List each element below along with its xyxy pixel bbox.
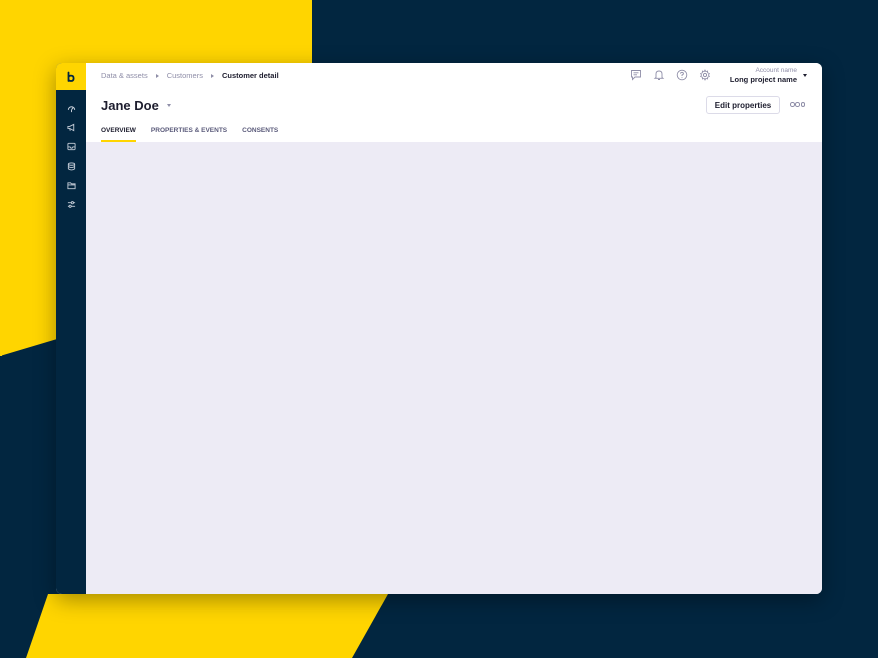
- gear-icon[interactable]: [699, 69, 711, 81]
- edit-properties-button[interactable]: Edit properties: [706, 96, 780, 114]
- project-name: Long project name: [729, 75, 797, 84]
- inbox-icon[interactable]: [66, 141, 76, 151]
- tabs: OVERVIEW PROPERTIES & EVENTS CONSENTS: [101, 127, 293, 142]
- content-area: [86, 142, 822, 594]
- tab-overview[interactable]: OVERVIEW: [101, 127, 136, 142]
- tab-properties-events[interactable]: PROPERTIES & EVENTS: [151, 127, 227, 142]
- bell-icon[interactable]: [653, 69, 665, 81]
- account-name: Account name: [755, 67, 797, 74]
- campaign-megaphone-icon[interactable]: [66, 122, 76, 132]
- database-icon[interactable]: [66, 161, 76, 171]
- top-icons: [630, 69, 722, 81]
- breadcrumb-data-assets[interactable]: Data & assets: [101, 71, 148, 80]
- breadcrumb-separator-icon: [210, 73, 214, 78]
- breadcrumb-customers[interactable]: Customers: [167, 71, 203, 80]
- dashboard-gauge-icon[interactable]: [66, 103, 76, 113]
- sidebar: [56, 63, 86, 594]
- top-bar: Data & assets Customers Customer detail …: [86, 63, 822, 89]
- tab-consents[interactable]: CONSENTS: [242, 127, 278, 142]
- chat-icon[interactable]: [630, 69, 642, 81]
- settings-sliders-icon[interactable]: [66, 199, 76, 209]
- app-window: Data & assets Customers Customer detail …: [56, 63, 822, 594]
- chevron-down-icon[interactable]: [166, 104, 171, 107]
- folder-icon[interactable]: [66, 180, 76, 190]
- bloomreach-logo-icon[interactable]: [56, 63, 86, 90]
- chevron-down-icon[interactable]: [803, 74, 807, 77]
- account-switcher[interactable]: Account name Long project name: [730, 67, 797, 85]
- more-options-icon[interactable]: [790, 102, 806, 107]
- breadcrumb: Data & assets Customers Customer detail: [101, 71, 279, 80]
- breadcrumb-separator-icon: [155, 73, 159, 78]
- main-area: Data & assets Customers Customer detail …: [86, 63, 822, 594]
- page-title: Jane Doe: [101, 98, 159, 113]
- page-header: Jane Doe Edit properties OVERVIEW PROPER…: [86, 89, 822, 142]
- breadcrumb-current: Customer detail: [221, 71, 279, 80]
- help-icon[interactable]: [676, 69, 688, 81]
